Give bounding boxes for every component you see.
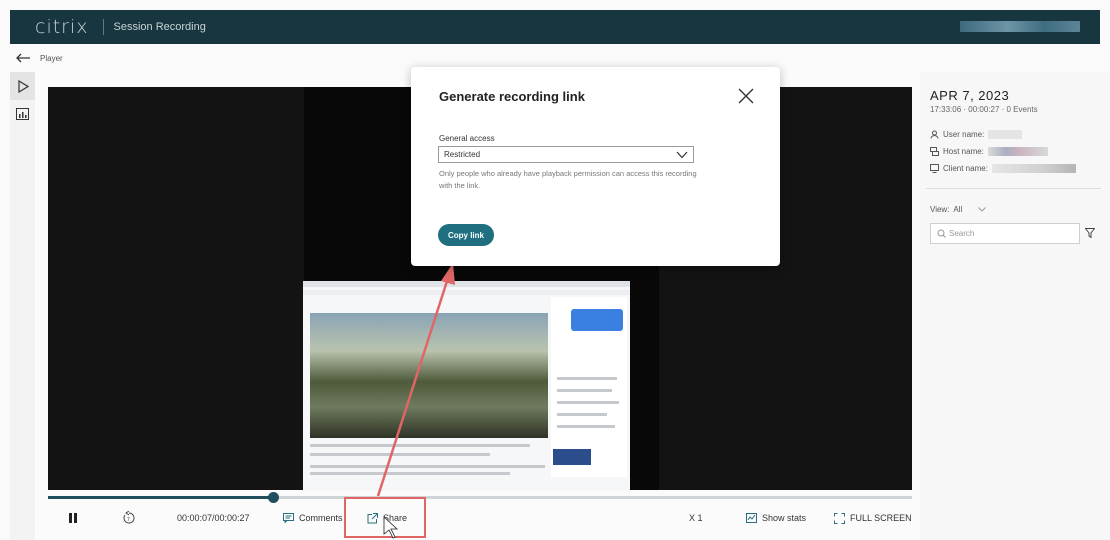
- svg-text:7: 7: [127, 517, 130, 523]
- dialog-title: Generate recording link: [439, 89, 585, 104]
- time-readout: 00:00:07/00:00:27: [177, 513, 250, 523]
- thumb-video-image: [310, 313, 548, 438]
- recording-details-panel: APR 7, 2023 17:33:06 · 00:00:27 · 0 Even…: [920, 72, 1110, 540]
- thumb-chat-line: [557, 389, 612, 392]
- pause-icon: [69, 513, 77, 523]
- client-name-row: Client name:: [930, 164, 1076, 173]
- filter-icon[interactable]: [1085, 228, 1095, 238]
- view-filter[interactable]: View: All: [930, 205, 987, 214]
- app-title: Session Recording: [113, 21, 206, 33]
- copy-link-button[interactable]: Copy link: [438, 224, 494, 246]
- close-icon[interactable]: [737, 87, 755, 105]
- left-rail: [10, 72, 35, 540]
- logo-divider: [102, 19, 104, 35]
- monitor-icon: [930, 164, 939, 173]
- thumb-chat-line: [557, 401, 619, 404]
- comments-button[interactable]: Comments: [283, 503, 343, 533]
- host-name-row: Host name:: [930, 147, 1048, 156]
- search-placeholder: Search: [949, 229, 975, 238]
- rail-play-tab[interactable]: [10, 72, 35, 100]
- player-controls: 7 00:00:07/00:00:27 Comments Share X 1 S…: [35, 503, 919, 533]
- host-icon: [930, 147, 939, 156]
- thumb-caption-line: [310, 472, 510, 475]
- back-arrow-icon[interactable]: [14, 51, 32, 65]
- general-access-label: General access: [439, 134, 495, 143]
- rewind-icon: 7: [123, 511, 135, 524]
- show-stats-button[interactable]: Show stats: [746, 503, 806, 533]
- fullscreen-label: FULL SCREEN: [850, 513, 912, 523]
- thumb-promo-banner: [553, 449, 591, 465]
- user-name-row: User name:: [930, 130, 1023, 139]
- fullscreen-button[interactable]: FULL SCREEN: [834, 503, 912, 533]
- chevron-down-icon: [676, 151, 688, 159]
- seek-bar-handle[interactable]: [267, 492, 279, 503]
- general-access-value: Restricted: [444, 150, 481, 159]
- redacted-user-name: [988, 130, 1023, 139]
- access-helper-text: Only people who already have playback pe…: [439, 169, 697, 190]
- playback-speed-button[interactable]: X 1: [689, 503, 703, 533]
- speed-label: X 1: [689, 513, 703, 523]
- thumb-caption-line: [310, 465, 545, 468]
- view-value: All: [953, 205, 963, 214]
- rail-stats-tab[interactable]: [10, 100, 35, 128]
- comments-label: Comments: [299, 513, 343, 523]
- general-access-select[interactable]: Restricted: [438, 146, 694, 163]
- thumb-address-bar: [303, 290, 630, 295]
- chevron-down-icon: [978, 207, 987, 212]
- host-name-label: Host name:: [943, 147, 984, 156]
- thumb-caption-line: [310, 444, 530, 447]
- show-stats-label: Show stats: [762, 513, 807, 523]
- panel-divider: [926, 188, 1101, 189]
- event-search-input[interactable]: Search: [930, 223, 1080, 244]
- recording-date: APR 7, 2023: [930, 88, 1010, 103]
- breadcrumb-player: Player: [40, 53, 63, 63]
- annotation-highlight-box: [344, 497, 426, 538]
- play-outline-icon: [17, 79, 29, 93]
- user-icon: [930, 130, 939, 139]
- thumb-chat-line: [557, 377, 617, 380]
- top-bar: citrix Session Recording: [10, 10, 1100, 44]
- view-label: View:: [930, 205, 950, 214]
- comment-icon: [283, 513, 294, 523]
- recording-meta: 17:33:06 · 00:00:27 · 0 Events: [930, 105, 1038, 114]
- thumb-caption-line: [310, 453, 490, 456]
- time-display: 00:00:07/00:00:27: [177, 503, 250, 533]
- seek-bar-fill: [48, 496, 273, 499]
- recorded-desktop-frame: [303, 281, 630, 491]
- chart-icon: [16, 108, 29, 120]
- user-name-label: User name:: [943, 130, 985, 139]
- redacted-client-name: [991, 164, 1076, 173]
- generate-link-dialog: Generate recording link General access R…: [411, 67, 780, 266]
- stats-icon: [746, 513, 757, 523]
- client-name-label: Client name:: [943, 164, 988, 173]
- thumb-chat-line: [557, 425, 615, 428]
- redacted-host-name: [987, 147, 1048, 156]
- breadcrumb: Player: [10, 47, 1100, 69]
- search-icon: [937, 229, 946, 238]
- fullscreen-icon: [834, 512, 845, 524]
- rewind-button[interactable]: 7: [121, 503, 142, 533]
- thumb-chat-line: [557, 413, 607, 416]
- citrix-logo: citrix: [35, 16, 89, 38]
- thumb-browser-bar: [303, 281, 630, 287]
- pause-button[interactable]: [68, 503, 83, 533]
- app-window: citrix Session Recording Player 7 00:00:…: [0, 0, 1110, 540]
- seek-bar[interactable]: [48, 492, 912, 503]
- thumb-chat-bubble: [571, 309, 623, 331]
- user-account-menu[interactable]: [960, 21, 1080, 32]
